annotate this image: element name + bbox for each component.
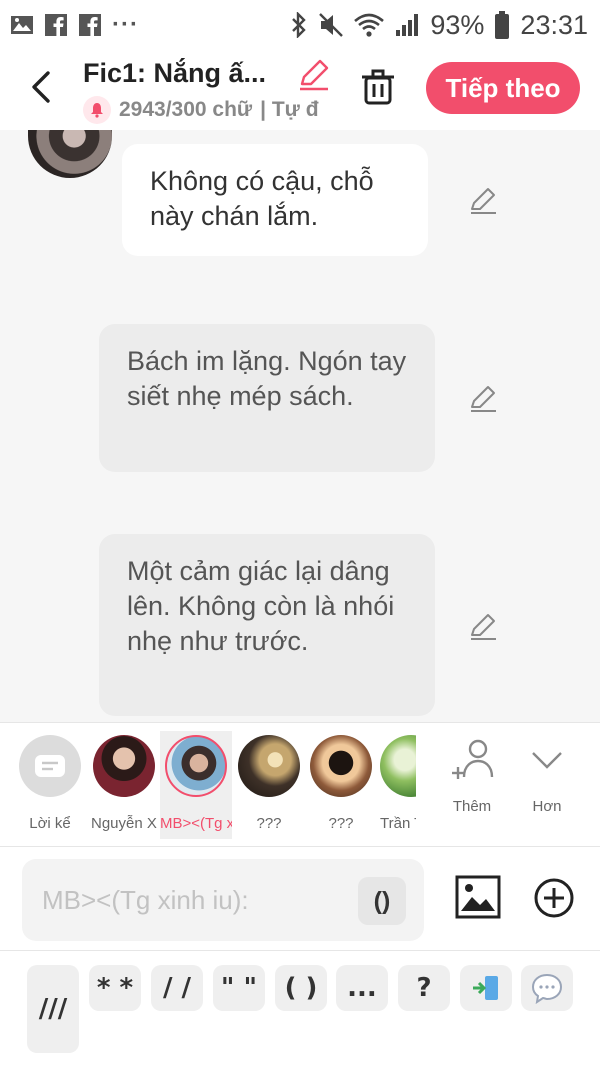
message-bubble[interactable]: Không có cậu, chỗ này chán lắm. (122, 144, 428, 256)
message-input[interactable]: MB><(Tg xinh iu): () (22, 859, 424, 941)
edit-message-icon[interactable] (468, 612, 498, 642)
bluetooth-icon (292, 12, 307, 38)
avatar (165, 735, 227, 797)
shortcut-asterisks[interactable]: * * (89, 965, 141, 1011)
paren-button[interactable]: () (358, 877, 406, 925)
story-title[interactable]: Fic1: Nắng ấ... (83, 58, 279, 89)
shortcut-parens[interactable]: ( ) (275, 965, 327, 1011)
word-count: 2943/300 chữ (119, 98, 253, 121)
shortcut-ellipsis[interactable]: ... (336, 965, 388, 1011)
narrator-icon (19, 735, 81, 797)
message-bubble[interactable]: Bách im lặng. Ngón tay siết nhẹ mép sách… (99, 324, 435, 472)
edit-message-icon[interactable] (468, 186, 498, 216)
clock: 23:31 (520, 9, 588, 40)
expand-button[interactable]: Hơn (517, 737, 577, 815)
message-bubble[interactable]: Một cảm giác lại dâng lên. Không còn là … (99, 534, 435, 716)
status-bar: ··· 93% 23:31 (0, 0, 600, 50)
avatar (93, 735, 155, 797)
status-left: ··· (10, 11, 139, 39)
facebook-icon (79, 14, 101, 36)
character-name: ??? (328, 815, 354, 832)
character-selector: Lời kể Nguyễn X... MB><(Tg x... ??? ??? … (0, 722, 600, 846)
character-name: Trần T (380, 815, 416, 832)
character-name: MB><(Tg x... (160, 815, 232, 832)
avatar (310, 735, 372, 797)
character-item[interactable]: Nguyễn X... (91, 735, 157, 832)
chat-area[interactable]: Không có cậu, chỗ này chán lắm. Bách im … (0, 130, 600, 722)
character-item[interactable]: ??? (236, 735, 302, 832)
expand-label: Hơn (532, 798, 562, 815)
story-meta: 2943/300 chữ | Tự đ (83, 96, 333, 124)
character-item[interactable]: Trần T (380, 735, 416, 832)
facebook-icon (45, 14, 67, 36)
shortcut-quotes[interactable]: " " (213, 965, 265, 1011)
character-narrator[interactable]: Lời kể (17, 735, 83, 832)
character-item[interactable]: ??? (308, 735, 374, 832)
shortcut-slashes[interactable]: / / (151, 965, 203, 1011)
composer: MB><(Tg xinh iu): () (0, 846, 600, 950)
add-label: Thêm (452, 798, 492, 815)
shortcut-bar: /// * * / / " " ( ) ... ? (0, 950, 600, 1067)
edit-title-pencil-icon[interactable] (296, 58, 330, 92)
image-icon (11, 16, 33, 34)
add-character-button[interactable]: Thêm (442, 737, 502, 815)
avatar (380, 735, 416, 797)
add-person-icon (452, 739, 494, 779)
character-name: Lời kể (29, 815, 71, 832)
autosave-status: | Tự đ (260, 98, 319, 121)
trash-icon[interactable] (360, 68, 396, 106)
edit-message-icon[interactable] (468, 384, 498, 414)
avatar (238, 735, 300, 797)
character-name: ??? (256, 815, 282, 832)
insert-phone-shortcut[interactable] (460, 965, 512, 1011)
phone-arrow-icon (473, 976, 498, 1000)
signal-icon (396, 14, 419, 36)
insert-image-icon[interactable] (455, 875, 501, 919)
plus-circle-icon[interactable] (533, 877, 575, 919)
chat-bubble-icon (531, 973, 563, 1004)
character-item-selected[interactable]: MB><(Tg x... (160, 731, 232, 839)
editor-header: Fic1: Nắng ấ... 2943/300 chữ | Tự đ Tiếp… (0, 50, 600, 130)
chevron-down-icon (532, 752, 562, 769)
input-placeholder: MB><(Tg xinh iu): (42, 885, 249, 915)
character-avatar (28, 130, 112, 178)
wifi-icon (354, 13, 385, 37)
insert-chat-shortcut[interactable] (521, 965, 573, 1011)
battery-icon (495, 11, 510, 39)
shortcut-triple-slash[interactable]: /// (27, 965, 79, 1053)
status-right: 93% 23:31 (290, 10, 588, 41)
next-button[interactable]: Tiếp theo (426, 62, 580, 114)
bell-icon (83, 96, 111, 124)
back-arrow-icon[interactable] (28, 70, 56, 104)
more-dots-icon: ··· (112, 11, 139, 38)
battery-percent: 93% (430, 9, 485, 40)
character-name: Nguyễn X... (91, 815, 157, 832)
shortcut-question[interactable]: ? (398, 965, 450, 1011)
mute-icon (319, 13, 344, 37)
